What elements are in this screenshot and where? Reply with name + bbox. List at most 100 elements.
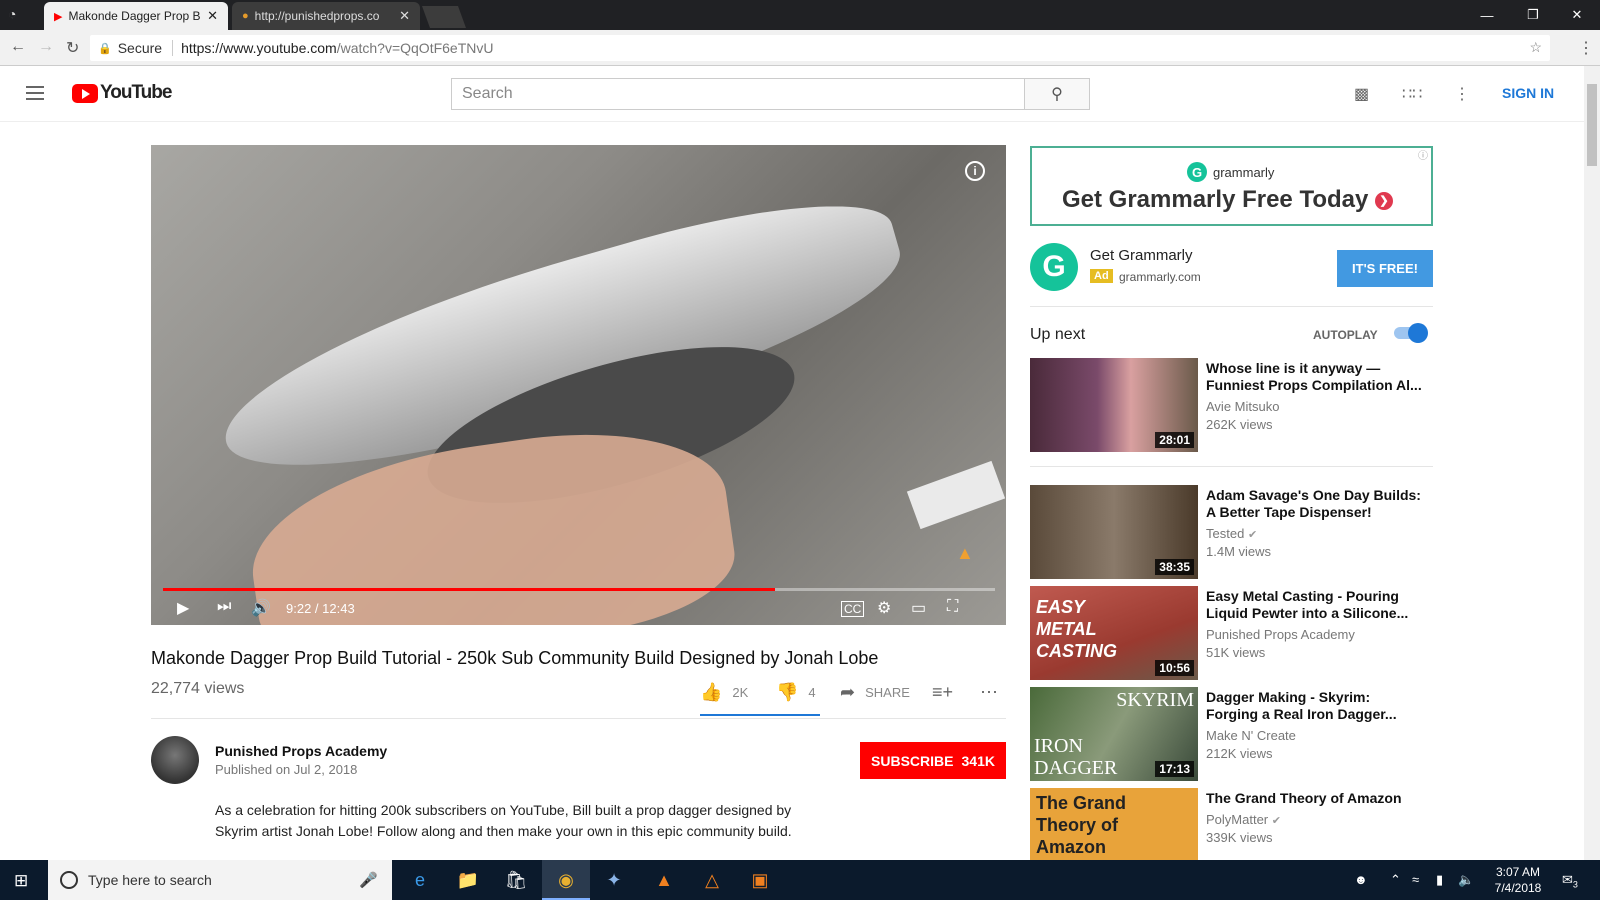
verified-icon: ✔ (1247, 529, 1258, 541)
captions-icon[interactable]: CC (841, 601, 865, 617)
info-icon[interactable]: i (965, 161, 985, 181)
channel-watermark-icon[interactable]: ▲ (956, 543, 984, 567)
file-explorer-icon[interactable]: 📁 (454, 866, 482, 894)
grammarly-logo: G grammarly (1187, 162, 1274, 182)
vlc-icon[interactable]: ▲ (650, 866, 678, 894)
store-icon[interactable]: 🛍 (502, 866, 530, 894)
microphone-icon[interactable]: 🎤 (359, 871, 378, 889)
more-actions-button[interactable]: ⋯ (980, 682, 1008, 703)
video-thumbnail[interactable]: SKYRIM IRON DAGGER 17:13 (1030, 687, 1198, 781)
list-item[interactable]: The Grand Theory of Amazon The Grand The… (1030, 788, 1433, 860)
channel-avatar[interactable] (151, 736, 199, 784)
theater-mode-icon[interactable]: ▭ (911, 598, 926, 618)
app-f-icon[interactable]: ▣ (746, 866, 774, 894)
youtube-logo[interactable]: YouTube (72, 82, 172, 104)
new-tab-button[interactable] (421, 6, 467, 28)
youtube-play-logo-icon (72, 83, 98, 103)
settings-more-icon[interactable]: ⋮ (1454, 84, 1470, 104)
reload-icon[interactable]: ↻ (66, 38, 79, 58)
duration-badge: 10:56 (1155, 660, 1194, 676)
add-to-playlist-icon: ≡+ (932, 682, 954, 702)
minimize-icon[interactable]: — (1464, 0, 1510, 30)
wifi-icon[interactable]: ≈ (1412, 872, 1419, 887)
share-icon: ➦ (840, 682, 856, 702)
app-icon[interactable]: ✦ (600, 866, 628, 894)
recommended-title[interactable]: Easy Metal Casting - Pouring Liquid Pewt… (1206, 588, 1426, 622)
dislike-button[interactable]: 👎 4 (776, 682, 816, 703)
grammarly-large-icon[interactable]: G (1030, 243, 1078, 291)
channel-name[interactable]: Punished Props Academy (215, 743, 387, 759)
subscriber-count: 341K (961, 752, 995, 769)
view-count: 22,774 views (151, 680, 245, 697)
recommended-title[interactable]: Adam Savage's One Day Builds: A Better T… (1206, 487, 1426, 521)
search-input[interactable]: Search (451, 78, 1025, 110)
recommended-views: 339K views (1206, 830, 1273, 845)
youtube-logo-text: YouTube (100, 82, 172, 103)
show-hidden-icons-icon[interactable]: ⌃ (1390, 872, 1401, 888)
volume-tray-icon[interactable]: 🔈 (1458, 872, 1474, 888)
video-player[interactable]: i ▲ ▶ ⏭ 🔊 9:22 / 12:43 CC ⚙ ▭ ⛶ (151, 145, 1006, 625)
taskbar-search-placeholder: Type here to search (88, 872, 212, 888)
video-thumbnail[interactable]: The Grand Theory of Amazon (1030, 788, 1198, 860)
tab-punishedprops[interactable]: ● http://punishedprops.co ✕ (232, 2, 420, 30)
list-item[interactable]: SKYRIM IRON DAGGER 17:13 Dagger Making -… (1030, 687, 1433, 781)
video-thumbnail[interactable]: EASY METAL CASTING 10:56 (1030, 586, 1198, 680)
incognito-icon[interactable]: ◔ (8, 6, 16, 22)
grammarly-banner-ad[interactable]: G grammarly Get Grammarly Free Today ❯ (1030, 146, 1433, 226)
restore-icon[interactable]: ❐ (1510, 0, 1556, 30)
bookmark-star-icon[interactable]: ☆ (1529, 39, 1542, 56)
upload-video-icon[interactable]: ▩ (1354, 84, 1369, 104)
battery-icon[interactable]: ▮ (1436, 872, 1443, 888)
close-window-icon[interactable]: ✕ (1554, 0, 1600, 30)
close-tab-icon[interactable]: ✕ (399, 8, 410, 24)
arrow-right-icon: ❯ (1375, 191, 1394, 210)
scrollbar-thumb[interactable] (1587, 84, 1597, 166)
progress-played (163, 588, 776, 591)
ad-info-icon[interactable]: ⓘ (1418, 147, 1428, 162)
player-controls: ▶ ⏭ 🔊 9:22 / 12:43 CC ⚙ ▭ ⛶ (151, 592, 1006, 625)
menu-icon[interactable] (26, 86, 44, 100)
like-button[interactable]: 👍 2K (700, 682, 748, 703)
list-item[interactable]: EASY METAL CASTING 10:56 Easy Metal Cast… (1030, 586, 1433, 680)
notifications-icon[interactable]: ✉3 (1562, 872, 1578, 890)
progress-bar[interactable] (163, 588, 995, 591)
play-icon[interactable]: ▶ (177, 598, 189, 618)
clock[interactable]: 3:07 AM 7/4/2018 (1490, 864, 1546, 896)
recommended-title[interactable]: Dagger Making - Skyrim: Forging a Real I… (1206, 689, 1426, 723)
volume-icon[interactable]: 🔊 (251, 598, 271, 618)
time-display: 9:22 / 12:43 (286, 601, 355, 616)
next-icon[interactable]: ⏭ (217, 598, 231, 616)
apps-grid-icon[interactable]: ∷∷ (1402, 84, 1422, 104)
omnibox[interactable]: 🔒 Secure https://www.youtube.com/watch?v… (90, 35, 1550, 61)
ad-cta-button[interactable]: IT'S FREE! (1337, 250, 1433, 287)
subscribe-button[interactable]: SUBSCRIBE 341K (860, 742, 1006, 779)
page-scrollbar[interactable] (1584, 66, 1600, 860)
windows-start-icon[interactable]: ⊞ (14, 871, 28, 891)
fullscreen-icon[interactable]: ⛶ (947, 598, 958, 616)
forward-icon[interactable]: → (38, 38, 54, 56)
people-icon[interactable]: ☻ (1354, 872, 1368, 887)
video-thumbnail[interactable]: 28:01 (1030, 358, 1198, 452)
recommended-title[interactable]: The Grand Theory of Amazon (1206, 790, 1426, 807)
settings-gear-icon[interactable]: ⚙ (877, 598, 891, 618)
thumbs-up-icon: 👍 (700, 682, 723, 702)
chrome-icon[interactable]: ◉ (552, 866, 580, 894)
share-button[interactable]: ➦ SHARE (840, 682, 910, 703)
secure-label: Secure (117, 40, 163, 56)
autoplay-toggle[interactable] (1394, 323, 1428, 343)
back-icon[interactable]: ← (10, 38, 26, 56)
list-item[interactable]: 28:01 Whose line is it anyway — Funniest… (1030, 358, 1433, 452)
taskbar-search-input[interactable]: Type here to search 🎤 (48, 860, 392, 900)
app-orange-icon[interactable]: △ (698, 866, 726, 894)
edge-icon[interactable]: e (406, 866, 434, 894)
recommended-title[interactable]: Whose line is it anyway — Funniest Props… (1206, 360, 1426, 394)
add-to-playlist-button[interactable]: ≡+ (932, 682, 963, 703)
close-tab-icon[interactable]: ✕ (207, 8, 218, 24)
list-item[interactable]: 38:35 Adam Savage's One Day Builds: A Be… (1030, 485, 1433, 579)
chrome-menu-icon[interactable]: ⋮ (1578, 38, 1594, 58)
tab-youtube[interactable]: ▶ Makonde Dagger Prop B ✕ (44, 2, 228, 30)
ad-name[interactable]: Get Grammarly (1090, 247, 1193, 264)
sign-in-button[interactable]: SIGN IN (1502, 85, 1554, 101)
search-button[interactable]: ⚲ (1025, 78, 1090, 110)
video-thumbnail[interactable]: 38:35 (1030, 485, 1198, 579)
